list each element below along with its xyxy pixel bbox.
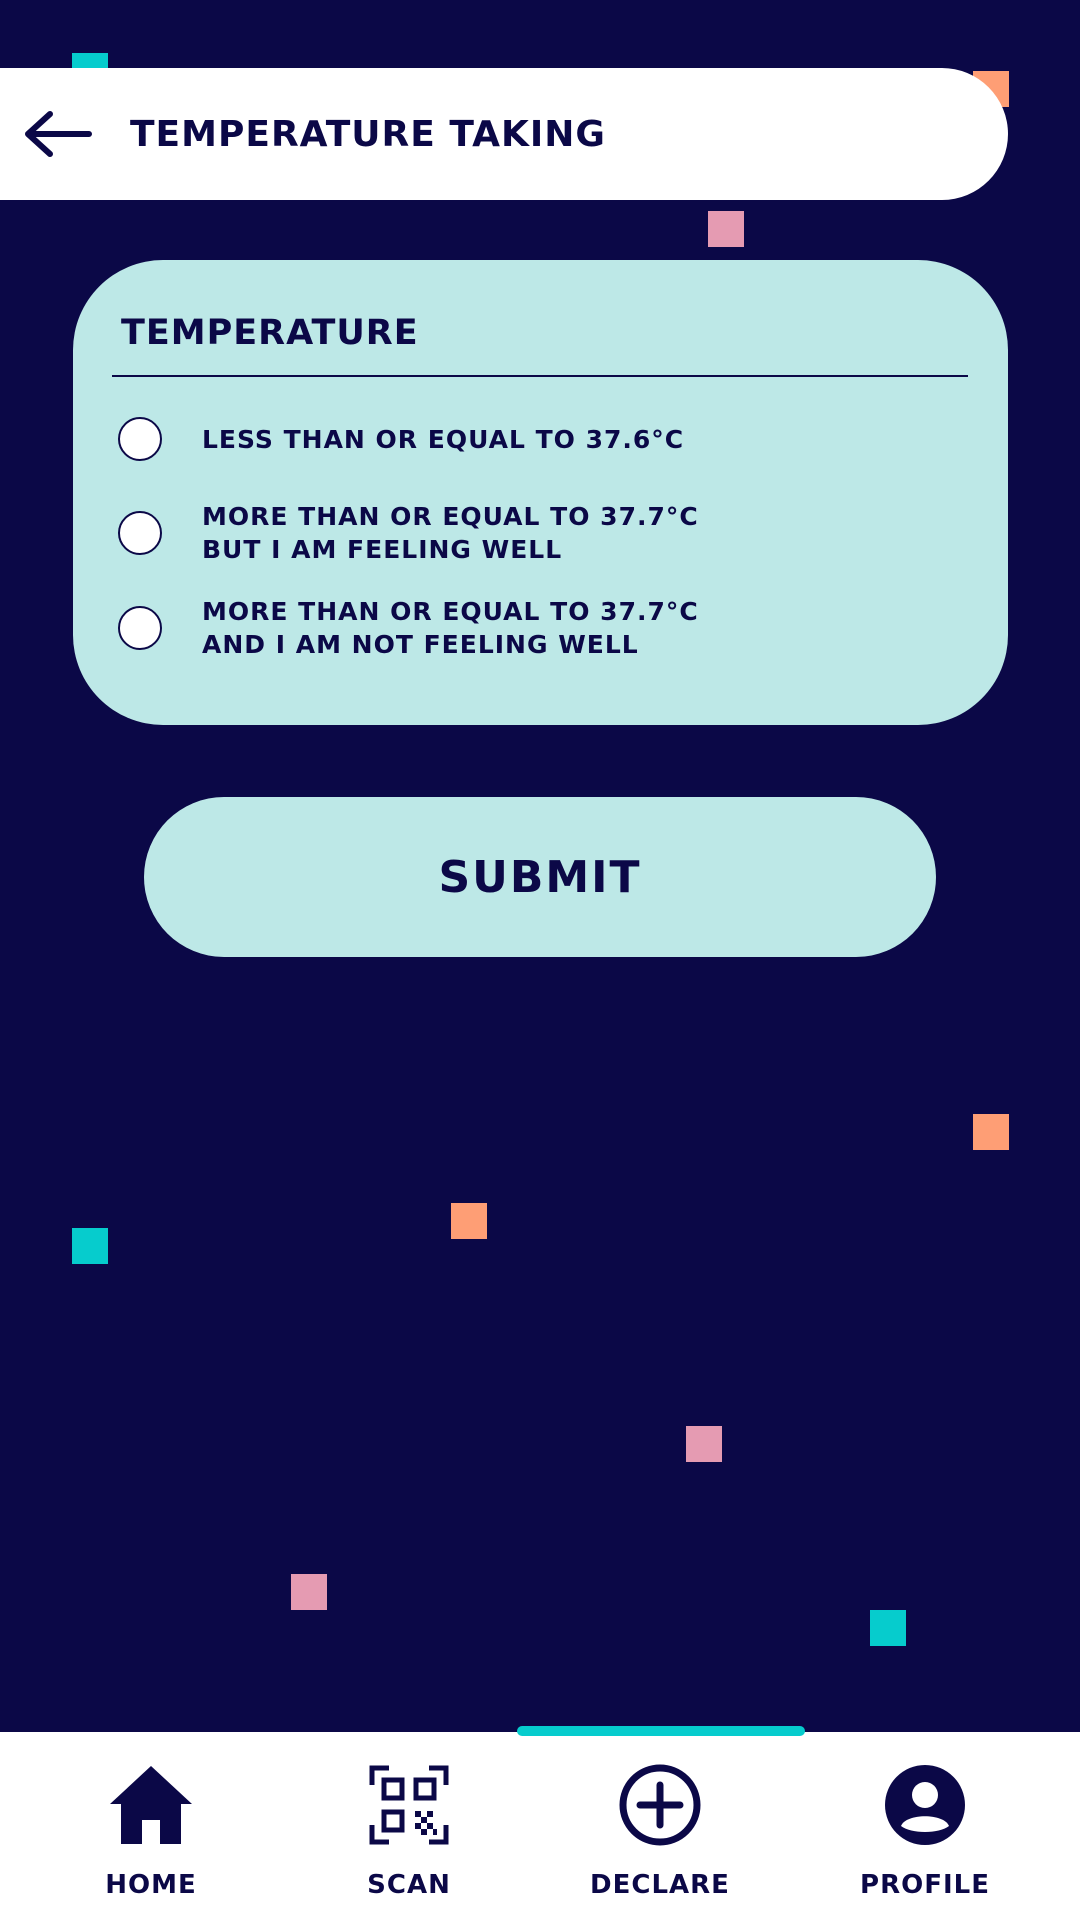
arrow-left-icon [25, 111, 92, 157]
option-label-line: LESS THAN OR EQUAL TO 37.6°C [202, 424, 685, 454]
option-label-line: MORE THAN OR EQUAL TO 37.7°C [202, 502, 699, 531]
option-normal-temp[interactable]: LESS THAN OR EQUAL TO 37.6°C [118, 417, 684, 461]
page-title: TEMPERATURE TAKING [130, 113, 606, 155]
nav-label: PROFILE [860, 1870, 990, 1900]
submit-label: SUBMIT [438, 851, 642, 903]
home-icon [106, 1760, 196, 1850]
nav-active-indicator [517, 1726, 805, 1736]
option-high-temp-well[interactable]: MORE THAN OR EQUAL TO 37.7°C BUT I AM FE… [118, 500, 699, 566]
decor-square [451, 1203, 487, 1239]
submit-button[interactable]: SUBMIT [144, 797, 936, 957]
app-screen: TEMPERATURE TAKING TEMPERATURE LESS THAN… [0, 0, 1080, 1920]
divider [112, 375, 968, 377]
profile-icon [880, 1760, 970, 1850]
nav-item-home[interactable]: HOME [61, 1760, 241, 1900]
temperature-card: TEMPERATURE LESS THAN OR EQUAL TO 37.6°C… [73, 260, 1008, 725]
radio-button[interactable] [118, 606, 162, 650]
option-label: LESS THAN OR EQUAL TO 37.6°C [202, 423, 684, 456]
plus-circle-icon [615, 1760, 705, 1850]
decor-square [973, 1114, 1009, 1150]
option-label-line: MORE THAN OR EQUAL TO 37.7°C [202, 597, 699, 626]
radio-button[interactable] [118, 511, 162, 555]
nav-label: HOME [105, 1870, 197, 1900]
option-label-line: BUT I AM FEELING WELL [202, 535, 563, 564]
decor-square [291, 1574, 327, 1610]
decor-square [72, 1228, 108, 1264]
qr-scan-icon [364, 1760, 454, 1850]
nav-label: SCAN [367, 1870, 451, 1900]
option-high-temp-unwell[interactable]: MORE THAN OR EQUAL TO 37.7°C AND I AM NO… [118, 595, 699, 661]
option-label: MORE THAN OR EQUAL TO 37.7°C BUT I AM FE… [202, 500, 699, 566]
decor-square [686, 1426, 722, 1462]
nav-item-declare[interactable]: DECLARE [570, 1760, 750, 1900]
option-label: MORE THAN OR EQUAL TO 37.7°C AND I AM NO… [202, 595, 699, 661]
option-label-line: AND I AM NOT FEELING WELL [202, 630, 639, 659]
header-bar: TEMPERATURE TAKING [0, 68, 1008, 200]
card-title: TEMPERATURE [121, 313, 419, 353]
back-button[interactable] [20, 109, 96, 159]
decor-square [870, 1610, 906, 1646]
radio-button[interactable] [118, 417, 162, 461]
decor-square [708, 211, 744, 247]
nav-item-scan[interactable]: SCAN [319, 1760, 499, 1900]
nav-item-profile[interactable]: PROFILE [835, 1760, 1015, 1900]
nav-label: DECLARE [590, 1870, 730, 1900]
